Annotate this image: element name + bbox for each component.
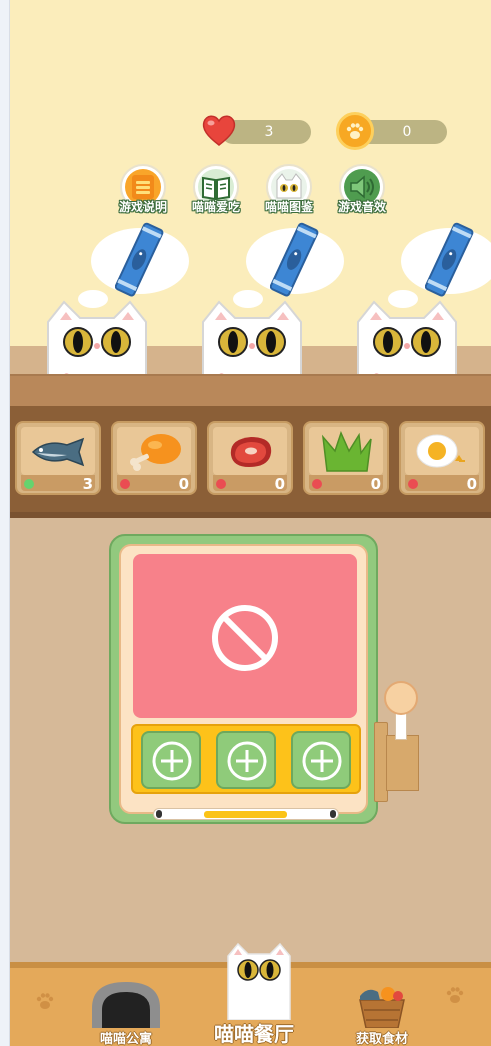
coins-value: 0 (402, 124, 412, 140)
heart-icon (202, 115, 236, 146)
speaker-icon (350, 175, 374, 199)
cat-customer (357, 300, 457, 378)
cat-customer (47, 300, 147, 378)
counter-top (10, 374, 491, 408)
ingredient-count: 0 (178, 475, 189, 493)
paw-print-icon (36, 993, 54, 1009)
ingredient-count: 3 (82, 475, 93, 493)
game-stage: 3 0 游戏说明 喵喵爱吃 喵喵图鉴 游戏音效 3 0 0 0 0 喵喵公寓 喵… (10, 0, 491, 1046)
availability-dot (120, 479, 130, 489)
cat-customer (202, 300, 302, 378)
availability-dot (24, 479, 34, 489)
cooking-screen (133, 554, 357, 718)
cook-lever-knob[interactable] (384, 681, 418, 715)
lever-box (386, 735, 419, 791)
availability-dot (216, 479, 226, 489)
menu-label: 喵喵图鉴 (264, 200, 313, 214)
left-edge-strip (0, 0, 10, 1046)
cooking-machine (109, 534, 378, 824)
cat-face-icon (276, 173, 302, 199)
ingredient-slot-fish[interactable]: 3 (15, 421, 101, 495)
ingredient-slot-grass[interactable]: 0 (303, 421, 389, 495)
progress-cap-right (330, 810, 336, 818)
progress-cap-left (156, 810, 162, 818)
menu-label: 游戏音效 (337, 200, 386, 214)
grass-icon (321, 431, 372, 472)
cooking-progress-bar (153, 808, 339, 820)
tab-cat-restaurant[interactable]: 喵喵餐厅 (206, 940, 302, 1046)
menu-label: 喵喵爱吃 (191, 200, 240, 214)
menu-button-instructions[interactable]: 游戏说明 (113, 164, 173, 220)
plus-circle-icon (302, 741, 342, 781)
menu-button-sound-toggle[interactable]: 游戏音效 (332, 164, 392, 220)
menu-button-cat-favorites[interactable]: 喵喵爱吃 (186, 164, 246, 220)
add-ingredient-slot[interactable] (216, 731, 276, 789)
prohibited-icon (212, 605, 278, 671)
dried-fish-snack-icon (270, 222, 319, 297)
menu-button-cat-gallery[interactable]: 喵喵图鉴 (259, 164, 319, 220)
tab-get-ingredients[interactable]: 获取食材 (340, 978, 424, 1046)
dried-fish-snack-icon (425, 222, 474, 297)
plus-circle-icon (152, 741, 192, 781)
tab-label: 获取食材 (355, 1032, 408, 1046)
tab-label-active: 喵喵餐厅 (214, 1022, 294, 1046)
fish-icon (31, 437, 85, 467)
steak-icon (230, 437, 272, 467)
ingredient-slot-chicken-leg[interactable]: 0 (111, 421, 197, 495)
availability-dot (408, 479, 418, 489)
cat-house-icon (92, 982, 160, 1028)
ingredient-shelf: 3 0 0 0 0 (10, 406, 491, 518)
fried-egg-icon (416, 434, 465, 468)
chicken-leg-icon (130, 434, 181, 471)
add-ingredient-slot[interactable] (141, 731, 201, 789)
tab-cat-apartment[interactable]: 喵喵公寓 (86, 978, 166, 1046)
menu-label: 游戏说明 (118, 200, 167, 214)
dried-fish-snack-icon (115, 222, 164, 297)
list-icon (132, 175, 154, 199)
tab-label: 喵喵公寓 (99, 1032, 152, 1046)
availability-dot (312, 479, 322, 489)
ingredient-slot-steak[interactable]: 0 (207, 421, 293, 495)
ingredient-tray (131, 724, 361, 794)
food-basket-icon (359, 987, 405, 1028)
paw-coin-icon (336, 112, 374, 150)
plus-circle-icon (227, 741, 267, 781)
paw-print-icon (446, 987, 464, 1003)
cat-icon (227, 942, 291, 1020)
ingredient-slot-fried-egg[interactable]: 0 (399, 421, 485, 495)
ingredient-count: 0 (370, 475, 381, 493)
progress-fill (204, 811, 287, 818)
add-ingredient-slot[interactable] (291, 731, 351, 789)
ingredient-count: 0 (466, 475, 477, 493)
lives-value: 3 (264, 124, 274, 140)
ingredient-count: 0 (274, 475, 285, 493)
